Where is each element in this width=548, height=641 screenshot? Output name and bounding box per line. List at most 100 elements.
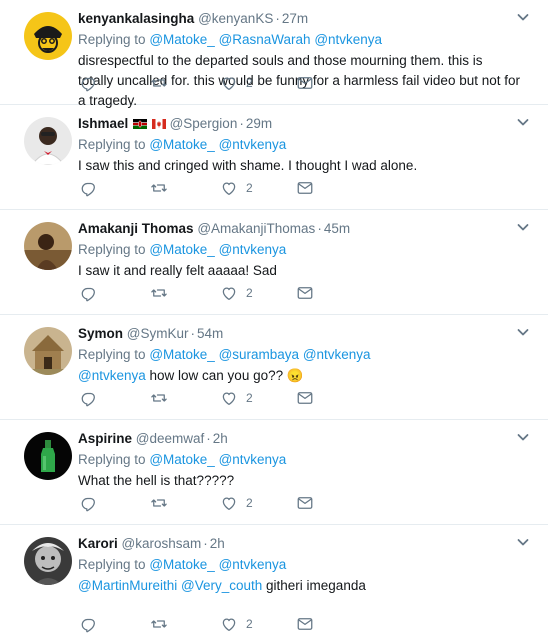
user-handle[interactable]: @kenyanKS [198,11,273,26]
heart-icon [220,494,238,512]
separator-dot: · [190,326,196,341]
envelope-icon [296,74,314,92]
mention-link[interactable]: @Matoke_ [149,452,214,467]
heart-icon [220,179,238,197]
avatar[interactable] [24,117,72,165]
separator-dot: · [203,536,208,551]
reply-button[interactable] [80,389,150,407]
chevron-down-icon[interactable] [516,430,530,444]
like-count: 2 [246,76,253,90]
timestamp[interactable]: 29m [246,116,272,131]
reply-icon [80,284,98,302]
mention-link[interactable]: @Matoke_ [149,557,214,572]
replying-label: Replying to [78,557,146,572]
timestamp[interactable]: 2h [213,431,228,446]
avatar[interactable] [24,327,72,375]
replying-to: Replying to @Matoke_ @ntvkenya [78,450,520,470]
display-name[interactable]: Ishmael [78,116,128,131]
reply-icon [80,494,98,512]
reply-tweet[interactable]: Aspirine @deemwaf · 2h Replying to @Matoke… [0,420,548,525]
like-button[interactable]: 2 [220,74,296,92]
user-handle[interactable]: @deemwaf [136,431,204,446]
timestamp[interactable]: 54m [197,326,223,341]
user-handle[interactable]: @karoshsam [122,536,202,551]
display-name[interactable]: kenyankalasingha [78,11,194,26]
display-name[interactable]: Amakanji Thomas [78,221,194,236]
reply-button[interactable] [80,494,150,512]
mention-link[interactable]: @Very_couth [181,578,262,593]
mention-link[interactable]: @MartinMureithi [78,578,177,593]
timestamp[interactable]: 45m [324,221,350,236]
reply-tweet[interactable]: Karori @karoshsam · 2h Replying to @Matoke… [0,525,548,635]
tweet-text: @ntvkenya how low can you go?? 😠 [78,366,520,386]
chevron-down-icon[interactable] [516,220,530,234]
retweet-button[interactable] [150,389,220,407]
mention-link[interactable]: @Matoke_ [149,347,214,362]
direct-message-button[interactable] [296,615,314,633]
reply-tweet[interactable]: Ishmael @Spergion · 29m Replying to @Matok… [0,105,548,210]
mention-link[interactable]: @ntvkenya [219,557,287,572]
timestamp[interactable]: 2h [210,536,225,551]
retweet-button[interactable] [150,284,220,302]
mention-link[interactable]: @ntvkenya [219,137,287,152]
reply-button[interactable] [80,284,150,302]
replying-to: Replying to @Matoke_ @ntvkenya [78,240,520,260]
mention-link[interactable]: @Matoke_ [149,32,214,47]
reply-tweet[interactable]: Amakanji Thomas @AmakanjiThomas · 45m Repl… [0,210,548,315]
avatar[interactable] [24,432,72,480]
like-count: 2 [246,181,253,195]
kenya-flag-icon [133,119,148,129]
reply-button[interactable] [80,74,150,92]
heart-icon [220,284,238,302]
display-name[interactable]: Symon [78,326,123,341]
mention-link[interactable]: @Matoke_ [149,137,214,152]
avatar[interactable] [24,12,72,60]
tweet-text-body: githeri imeganda [266,578,366,593]
mention-link[interactable]: @ntvkenya [314,32,382,47]
display-name[interactable]: Aspirine [78,431,132,446]
tweet-text: What the hell is that????? [78,473,235,488]
user-handle[interactable]: @AmakanjiThomas [197,221,315,236]
avatar[interactable] [24,222,72,270]
mention-link[interactable]: @RasnaWarah [219,32,311,47]
reply-button[interactable] [80,179,150,197]
like-button[interactable]: 2 [220,389,296,407]
direct-message-button[interactable] [296,74,314,92]
replying-label: Replying to [78,452,146,467]
like-button[interactable]: 2 [220,284,296,302]
like-button[interactable]: 2 [220,494,296,512]
mention-link[interactable]: @surambaya [219,347,300,362]
reply-tweet[interactable]: kenyankalasingha @kenyanKS · 27m Replying … [0,0,548,108]
chevron-down-icon[interactable] [516,325,530,339]
mention-link[interactable]: @Matoke_ [149,242,214,257]
timestamp[interactable]: 27m [282,11,308,26]
reply-tweet[interactable]: Symon @SymKur · 54m Replying to @Matoke_ @… [0,315,548,420]
separator-dot: · [239,116,244,131]
mention-link[interactable]: @ntvkenya [78,368,146,383]
retweet-button[interactable] [150,74,220,92]
chevron-down-icon[interactable] [516,535,530,549]
mention-link[interactable]: @ntvkenya [219,452,287,467]
retweet-button[interactable] [150,179,220,197]
chevron-down-icon[interactable] [516,115,530,129]
retweet-button[interactable] [150,494,220,512]
user-handle[interactable]: @SymKur [127,326,189,341]
retweet-icon [150,389,168,407]
like-button[interactable]: 2 [220,615,296,633]
direct-message-button[interactable] [296,284,314,302]
angry-face-emoji: 😠 [286,368,304,383]
avatar[interactable] [24,537,72,585]
envelope-icon [296,494,314,512]
direct-message-button[interactable] [296,494,314,512]
chevron-down-icon[interactable] [516,10,530,24]
mention-link[interactable]: @ntvkenya [303,347,371,362]
display-name[interactable]: Karori [78,536,118,551]
retweet-button[interactable] [150,615,220,633]
like-button[interactable]: 2 [220,179,296,197]
direct-message-button[interactable] [296,179,314,197]
mention-link[interactable]: @ntvkenya [219,242,287,257]
reply-button[interactable] [80,615,150,633]
retweet-icon [150,74,168,92]
direct-message-button[interactable] [296,389,314,407]
user-handle[interactable]: @Spergion [170,116,238,131]
